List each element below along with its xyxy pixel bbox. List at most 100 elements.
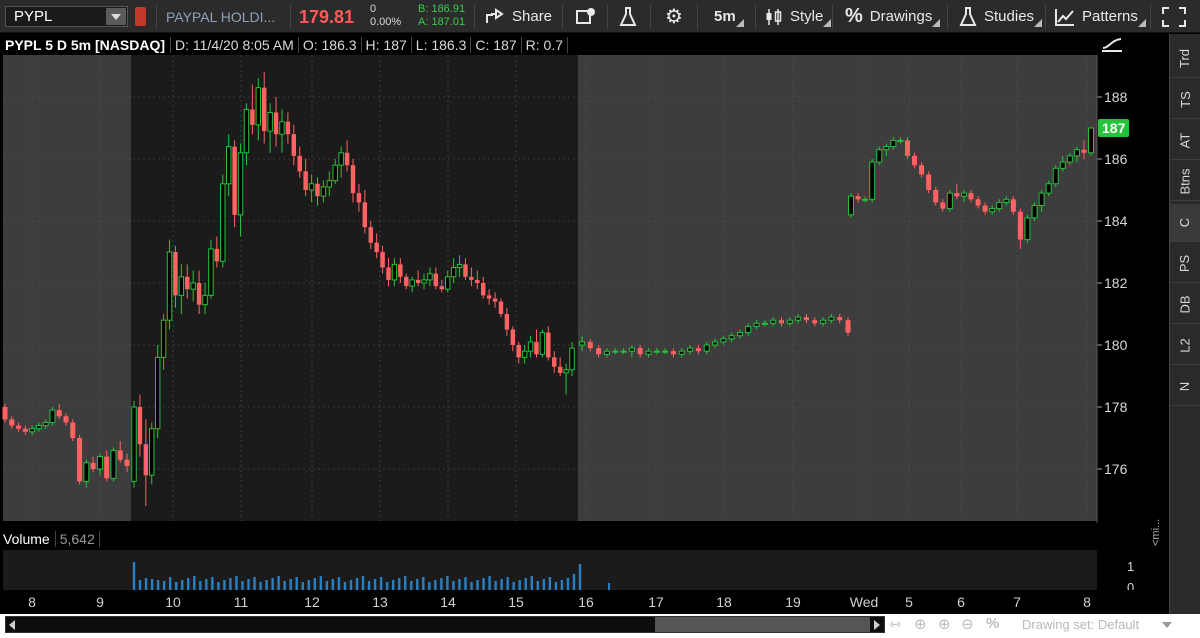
- volume-bar: [530, 576, 533, 590]
- premarket-wed-session-band: [850, 55, 1097, 521]
- volume-bar: [259, 582, 262, 590]
- sidebar-tab-db[interactable]: DB: [1170, 286, 1200, 324]
- trend-line-icon[interactable]: [1101, 36, 1123, 52]
- symbol-input[interactable]: PYPL: [6, 8, 106, 25]
- candle-body: [720, 338, 727, 343]
- volume-label[interactable]: Volume: [3, 530, 56, 547]
- pan-icon[interactable]: ⇿: [889, 615, 902, 633]
- price-axis-label: 188: [1104, 89, 1128, 105]
- candle-body: [552, 357, 557, 367]
- volume-bar: [554, 582, 558, 590]
- link-group-icon[interactable]: [135, 7, 146, 26]
- gear-icon: ⚙: [665, 6, 683, 28]
- candle-body: [620, 350, 627, 353]
- chevron-down-icon[interactable]: [1162, 622, 1172, 628]
- studies-button[interactable]: Studies: [959, 0, 1043, 33]
- volume-bar: [397, 578, 401, 590]
- candle-body: [919, 165, 925, 175]
- time-axis-label: 12: [304, 594, 320, 610]
- mini-label[interactable]: <mi...: [1150, 519, 1162, 546]
- crosshair-icon[interactable]: ⊕: [914, 615, 927, 633]
- sidebar-tab-c[interactable]: C: [1170, 204, 1200, 242]
- volume-bar: [446, 576, 449, 590]
- volume-bar: [162, 581, 166, 590]
- candle-body: [77, 438, 83, 482]
- time-axis-label: 8: [28, 594, 36, 610]
- price-chart[interactable]: 188 186 184 182 180 178 176 187: [0, 55, 1168, 523]
- candle-body: [149, 428, 155, 476]
- volume-bar: [271, 578, 274, 590]
- time-axis-label: 6: [957, 594, 965, 610]
- settings-button[interactable]: ⚙: [665, 0, 690, 33]
- sidebar-tab-n[interactable]: N: [1170, 368, 1200, 406]
- bid-ask-block: B: 186.91 A: 187.01: [418, 3, 465, 29]
- candle-body: [736, 332, 743, 337]
- volume-bar: [542, 579, 546, 590]
- candle-body: [166, 251, 173, 321]
- candle-body: [883, 146, 890, 151]
- candle-body: [1017, 211, 1023, 240]
- sidebar-tab-ts[interactable]: TS: [1170, 81, 1200, 119]
- candle-body: [261, 87, 267, 132]
- flask-button[interactable]: [619, 0, 637, 33]
- sidebar-tab-l2[interactable]: L2: [1170, 327, 1200, 365]
- sidebar-tab-at[interactable]: AT: [1170, 122, 1200, 160]
- volume-bar: [608, 583, 610, 590]
- candle-body: [332, 164, 338, 182]
- sidebar-tab-btns[interactable]: Btns: [1170, 163, 1200, 201]
- volume-bar: [349, 580, 353, 590]
- candle-body: [56, 410, 62, 417]
- drawings-button[interactable]: % Drawings: [845, 0, 941, 33]
- style-label: Style: [790, 8, 824, 25]
- price-axis-label: 184: [1104, 213, 1128, 229]
- drawing-set-label[interactable]: Drawing set: Default: [1022, 617, 1139, 632]
- sidebar-tab-trd[interactable]: Trd: [1170, 40, 1200, 78]
- zoom-out-icon[interactable]: ⊖: [961, 615, 974, 633]
- style-button[interactable]: Style: [765, 0, 832, 33]
- candle-body: [285, 121, 291, 135]
- candle-body: [380, 252, 385, 268]
- candle-body: [444, 276, 451, 290]
- share-button[interactable]: Share: [485, 0, 552, 33]
- candle-body: [603, 350, 610, 355]
- bar-date: D: 11/4/20 8:05 AM: [171, 36, 299, 53]
- volume-bar: [217, 582, 220, 590]
- candle-body: [398, 264, 403, 277]
- volume-bar: [193, 576, 196, 590]
- scroll-left-icon[interactable]: [9, 620, 15, 630]
- candle-body: [828, 316, 835, 321]
- candle-body: [469, 276, 474, 280]
- volume-value: 5,642: [56, 530, 100, 547]
- candle-body: [391, 263, 398, 281]
- fullscreen-button[interactable]: [1161, 0, 1187, 33]
- candle-body: [645, 350, 652, 355]
- candle-body: [803, 317, 809, 321]
- scroll-right-icon[interactable]: [874, 620, 880, 630]
- candle-body: [70, 422, 76, 438]
- chevron-down-icon[interactable]: [106, 8, 126, 25]
- candle-body: [374, 242, 379, 252]
- sidebar-tab-ps[interactable]: PS: [1170, 245, 1200, 283]
- symbol-selector[interactable]: PYPL: [5, 6, 128, 27]
- candle-body: [320, 186, 327, 197]
- candle-body: [1003, 198, 1010, 203]
- chart-title[interactable]: PYPL 5 D 5m [NASDAQ]: [0, 36, 171, 53]
- volume-chart[interactable]: 10: [0, 550, 1168, 590]
- chart-info-bar: PYPL 5 D 5m [NASDAQ] D: 11/4/20 8:05 AM …: [0, 34, 1097, 55]
- candle-body: [596, 348, 602, 355]
- candle-body: [356, 193, 362, 203]
- candle-body: [933, 190, 939, 203]
- percent-icon[interactable]: %: [986, 615, 999, 632]
- candle-body: [415, 279, 421, 283]
- timeframe-button[interactable]: 5m: [714, 0, 744, 33]
- sidebar-tab-label: DB: [1177, 295, 1193, 314]
- scrollbar-thumb[interactable]: [655, 617, 870, 632]
- patterns-button[interactable]: Patterns: [1055, 0, 1146, 33]
- alert-button[interactable]: [576, 0, 596, 33]
- volume-bar: [476, 580, 479, 590]
- zoom-in-icon[interactable]: ⊕: [938, 615, 951, 633]
- candle-body: [315, 183, 320, 197]
- candle-body: [22, 428, 28, 432]
- candle-body: [587, 341, 593, 349]
- time-axis[interactable]: 8 9 10 11 12 13 14 15 16 17 18 19 Wed 5 6 7 8: [0, 590, 1097, 614]
